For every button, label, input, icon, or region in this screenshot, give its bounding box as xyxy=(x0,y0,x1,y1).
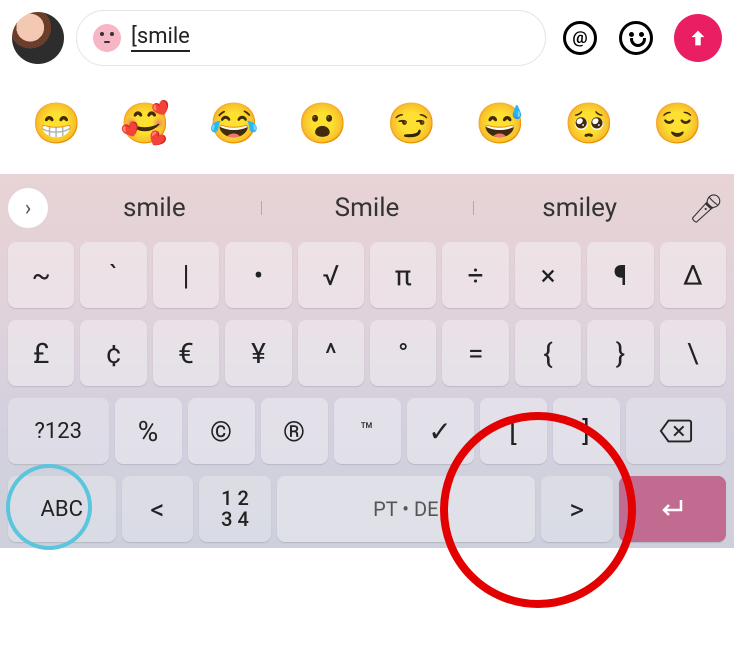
key-lt[interactable]: < xyxy=(122,476,194,542)
backspace-icon xyxy=(659,417,693,445)
key-percent[interactable]: % xyxy=(115,398,182,464)
key-copyright[interactable]: © xyxy=(188,398,255,464)
key-switch-abc[interactable]: ABC xyxy=(8,476,116,542)
key-pilcrow[interactable]: ¶ xyxy=(587,242,653,308)
key-enter[interactable] xyxy=(619,476,727,542)
key-backspace[interactable] xyxy=(626,398,727,464)
key-row-4: ABC < 1 2 3 4 PT • DE > xyxy=(0,470,734,548)
key-registered[interactable]: ® xyxy=(261,398,328,464)
key-delta[interactable]: Δ xyxy=(660,242,726,308)
face-icon xyxy=(619,21,653,55)
key-row-2: £ ¢ € ¥ ^ ° = { } \ xyxy=(0,314,734,392)
key-multiply[interactable]: × xyxy=(515,242,581,308)
avatar[interactable] xyxy=(12,12,64,64)
key-row-3: ?123 % © ® ™ ✓ [ ] xyxy=(0,392,734,470)
key-check[interactable]: ✓ xyxy=(407,398,474,464)
arrow-up-icon xyxy=(687,27,709,49)
key-euro[interactable]: € xyxy=(153,320,219,386)
emoji-suggestion[interactable]: 😂 xyxy=(209,104,259,144)
emoji-suggestion-row: 😁 🥰 😂 😮 😏 😅 🥺 😌 xyxy=(0,74,734,174)
key-tilde[interactable]: ~ xyxy=(8,242,74,308)
key-rbracket[interactable]: ] xyxy=(553,398,620,464)
suggestion[interactable]: smile xyxy=(48,193,261,223)
key-rbrace[interactable]: } xyxy=(587,320,653,386)
emoji-picker-button[interactable] xyxy=(614,16,658,60)
send-button[interactable] xyxy=(674,14,722,62)
key-backslash[interactable]: \ xyxy=(660,320,726,386)
message-input[interactable]: [smile xyxy=(76,10,546,66)
emoji-suggestion[interactable]: 😅 xyxy=(475,104,525,144)
smile-emoji-icon xyxy=(93,24,121,52)
key-equals[interactable]: = xyxy=(442,320,508,386)
key-bullet[interactable]: • xyxy=(225,242,291,308)
key-divide[interactable]: ÷ xyxy=(442,242,508,308)
emoji-suggestion[interactable]: 😌 xyxy=(653,104,703,144)
key-lbracket[interactable]: [ xyxy=(480,398,547,464)
key-pi[interactable]: π xyxy=(370,242,436,308)
key-switch-numeric[interactable]: ?123 xyxy=(8,398,109,464)
emoji-suggestion[interactable]: 🥺 xyxy=(564,104,614,144)
key-caret[interactable]: ^ xyxy=(298,320,364,386)
at-icon: @ xyxy=(563,21,597,55)
emoji-suggestion[interactable]: 😏 xyxy=(386,104,436,144)
emoji-suggestion[interactable]: 😁 xyxy=(31,104,81,144)
mention-button[interactable]: @ xyxy=(558,16,602,60)
chevron-right-icon: › xyxy=(25,196,32,221)
key-numbers[interactable]: 1 2 3 4 xyxy=(199,476,271,542)
suggestion[interactable]: Smile xyxy=(261,193,474,223)
expand-button[interactable]: › xyxy=(8,188,48,228)
key-space[interactable]: PT • DE xyxy=(277,476,535,542)
key-lbrace[interactable]: { xyxy=(515,320,581,386)
key-sqrt[interactable]: √ xyxy=(298,242,364,308)
mic-icon: 🎤︎ xyxy=(688,192,724,225)
input-text: [smile xyxy=(131,24,190,52)
key-row-1: ~ ` | • √ π ÷ × ¶ Δ xyxy=(0,236,734,314)
suggestion[interactable]: smiley xyxy=(473,193,686,223)
key-cent[interactable]: ¢ xyxy=(80,320,146,386)
key-backtick[interactable]: ` xyxy=(80,242,146,308)
keyboard: › smile Smile smiley 🎤︎ ~ ` | • √ π ÷ × … xyxy=(0,174,734,548)
key-degree[interactable]: ° xyxy=(370,320,436,386)
key-gt[interactable]: > xyxy=(541,476,613,542)
key-trademark[interactable]: ™ xyxy=(334,398,401,464)
key-pound[interactable]: £ xyxy=(8,320,74,386)
key-pipe[interactable]: | xyxy=(153,242,219,308)
voice-input-button[interactable]: 🎤︎ xyxy=(686,192,726,225)
num-row-top: 1 2 xyxy=(221,488,249,509)
enter-icon xyxy=(657,494,687,524)
emoji-suggestion[interactable]: 🥰 xyxy=(120,104,170,144)
num-row-bottom: 3 4 xyxy=(221,509,249,530)
key-yen[interactable]: ¥ xyxy=(225,320,291,386)
emoji-suggestion[interactable]: 😮 xyxy=(298,104,348,144)
